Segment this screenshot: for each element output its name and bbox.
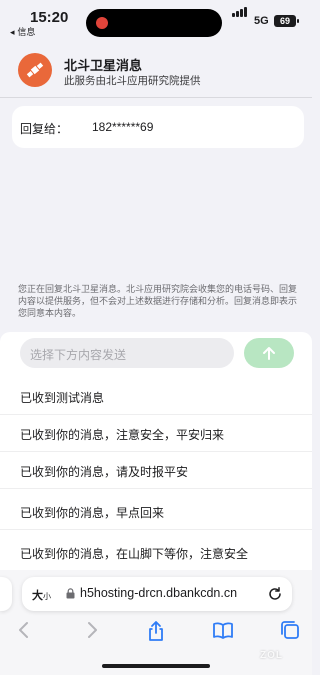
text-size-button[interactable]: 大小 bbox=[32, 587, 51, 603]
message-input-placeholder: 选择下方内容发送 bbox=[30, 348, 127, 362]
quick-reply-text: 已收到你的消息，注意安全，平安归来 bbox=[20, 428, 225, 442]
quick-reply-option[interactable]: 已收到你的消息，早点回来 bbox=[0, 493, 312, 530]
message-input[interactable]: 选择下方内容发送 bbox=[20, 338, 234, 368]
lock-icon bbox=[66, 588, 75, 599]
reply-to-label: 回复给： bbox=[20, 122, 69, 136]
previous-tab-preview[interactable] bbox=[0, 577, 12, 611]
battery-icon: 69 bbox=[274, 15, 299, 27]
reply-to-card: 回复给： 182******69 bbox=[12, 106, 304, 148]
satellite-icon bbox=[18, 53, 52, 87]
reply-sheet: 选择下方内容发送 已收到测试消息 已收到你的消息，注意安全，平安归来 已收到你的… bbox=[0, 332, 312, 576]
header-divider bbox=[0, 97, 312, 98]
service-title: 北斗卫星消息 bbox=[64, 59, 143, 74]
bookmarks-icon[interactable] bbox=[212, 620, 234, 640]
network-type: 5G bbox=[254, 15, 269, 27]
watermark: ZOL bbox=[260, 650, 283, 661]
share-icon[interactable] bbox=[146, 620, 166, 642]
reload-icon[interactable] bbox=[267, 586, 283, 602]
quick-reply-text: 已收到测试消息 bbox=[20, 391, 105, 405]
forward-icon[interactable] bbox=[84, 620, 100, 640]
status-bar: 15:20 ◂ 信息 5G 69 bbox=[0, 0, 312, 40]
address-bar[interactable]: 大小 h5hosting-drcn.dbankcdn.cn bbox=[22, 577, 292, 611]
home-indicator bbox=[102, 664, 210, 668]
back-icon[interactable] bbox=[16, 620, 32, 640]
service-header: 北斗卫星消息 此服务由北斗应用研究院提供 bbox=[0, 45, 312, 95]
clock: 15:20 bbox=[30, 9, 69, 26]
privacy-notice: 您正在回复北斗卫星消息。北斗应用研究院会收集您的电话号码、回复内容以提供服务，但… bbox=[18, 285, 298, 319]
send-button[interactable] bbox=[244, 338, 294, 368]
quick-reply-option[interactable]: 已收到你的消息，在山脚下等你，注意安全 bbox=[0, 534, 312, 570]
reply-to-number: 182******69 bbox=[92, 120, 154, 134]
quick-reply-text: 已收到你的消息，请及时报平安 bbox=[20, 465, 189, 479]
quick-reply-option[interactable]: 已收到测试消息 bbox=[0, 378, 312, 415]
url-text: h5hosting-drcn.dbankcdn.cn bbox=[80, 586, 238, 600]
tabs-icon[interactable] bbox=[280, 620, 300, 640]
quick-reply-text: 已收到你的消息，在山脚下等你，注意安全 bbox=[20, 547, 249, 561]
back-to-messages-link[interactable]: ◂ 信息 bbox=[10, 25, 35, 38]
quick-reply-option[interactable]: 已收到你的消息，请及时报平安 bbox=[0, 452, 312, 489]
recording-indicator bbox=[96, 17, 108, 29]
dynamic-island bbox=[86, 9, 222, 37]
arrow-up-icon bbox=[263, 347, 275, 360]
quick-reply-option[interactable]: 已收到你的消息，注意安全，平安归来 bbox=[0, 415, 312, 452]
quick-reply-text: 已收到你的消息，早点回来 bbox=[20, 506, 165, 520]
service-subtitle: 此服务由北斗应用研究院提供 bbox=[64, 75, 201, 87]
